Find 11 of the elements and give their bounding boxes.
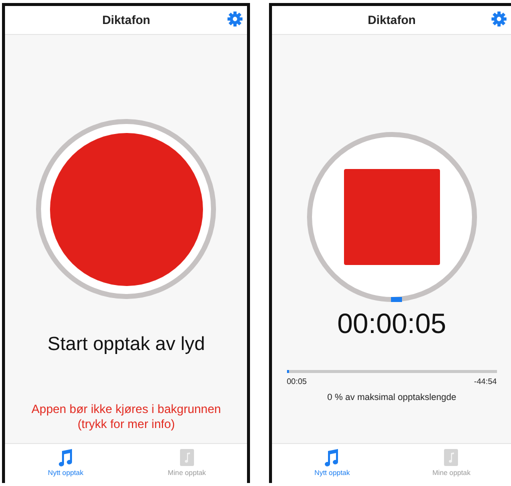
settings-icon[interactable] <box>491 11 507 27</box>
remaining-time: -44:54 <box>474 377 497 386</box>
background-warning-link[interactable]: Appen bør ikke kjøres i bakgrunnen (trykk for mer info) <box>21 402 232 432</box>
screen-title: Diktafon <box>368 13 416 27</box>
screen-title: Diktafon <box>102 13 150 27</box>
max-length-percent: 0 % av maksimal opptakslengde <box>327 392 456 402</box>
settings-icon[interactable] <box>227 11 244 27</box>
start-recording-label[interactable]: Start opptak av lyd <box>48 334 205 356</box>
recording-indicator <box>390 297 402 302</box>
elapsed-time: 00:05 <box>286 377 307 386</box>
recording-timer: 00:00:05 <box>337 308 446 340</box>
